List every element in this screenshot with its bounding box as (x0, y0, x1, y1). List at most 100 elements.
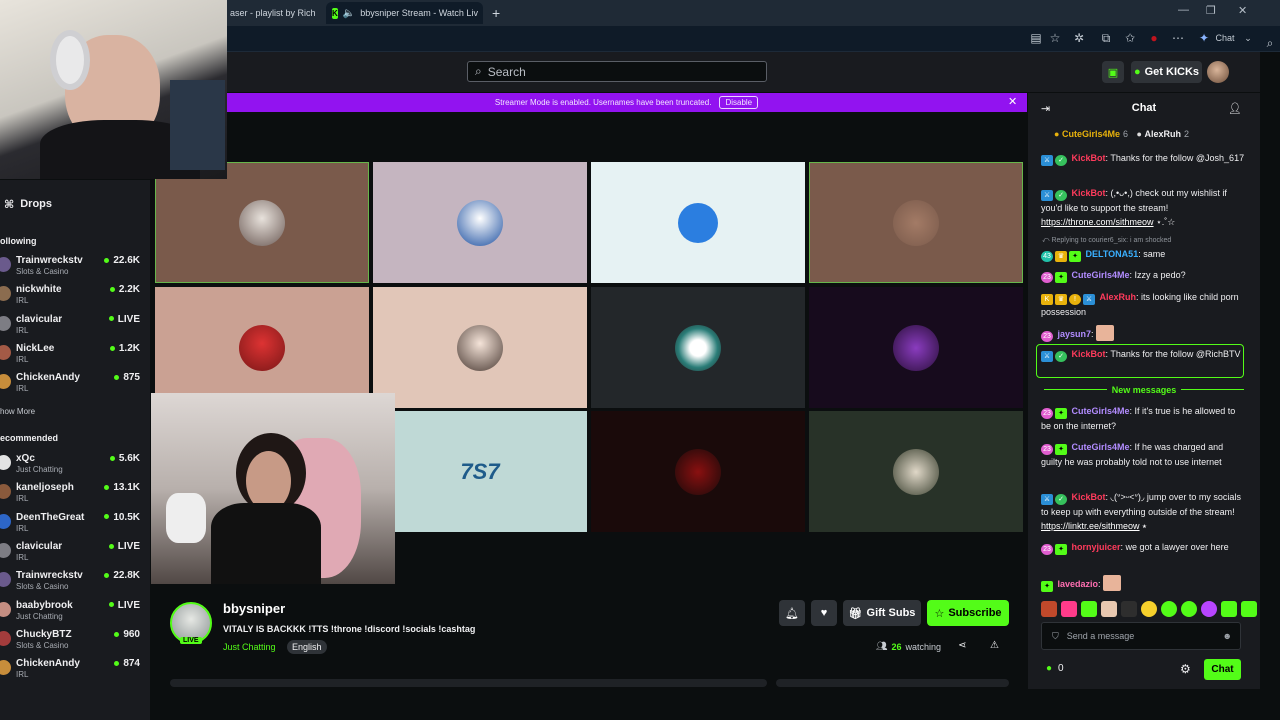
viewer-count: 2.2K (109, 284, 140, 295)
sidebar-channel[interactable]: NickLee IRL 1.2K (0, 343, 144, 372)
bell-icon: 🔔︎ (785, 607, 799, 620)
follow-button[interactable]: ♥ (811, 600, 837, 626)
copilot-icon[interactable]: ✦ (1196, 31, 1212, 45)
more-icon[interactable]: ⋯ (1170, 31, 1186, 45)
chat-message-input[interactable]: ⛉ Send a message ☻ (1041, 622, 1241, 650)
language-tag[interactable]: English (287, 640, 327, 654)
grid-tile (591, 162, 805, 283)
users-icon[interactable]: 👤︎ (1228, 102, 1242, 115)
channel-name: ChuckyBTZ (16, 628, 72, 640)
gift-coin-icon: ● (1136, 129, 1142, 139)
new-tab-button[interactable]: + (486, 2, 506, 24)
sidebar-channel[interactable]: Trainwreckstv Slots & Casino 22.8K (0, 570, 144, 599)
og-badge-icon: 43 (1041, 251, 1053, 262)
channel-category: IRL (16, 494, 29, 504)
sidebar-channel[interactable]: baabybrook Just Chatting LIVE (0, 600, 144, 629)
verified-badge-icon: ✓ (1055, 190, 1067, 201)
following-heading: ollowing (0, 236, 37, 246)
chat-link[interactable]: https://throne.com/sithmeow (1041, 217, 1154, 227)
emote-icon[interactable] (1121, 601, 1137, 617)
drops-link[interactable]: ⌘ Drops (4, 198, 52, 211)
chat-message: 23 ✦ hornyjuicer: we got a lawyer over he… (1041, 540, 1246, 555)
emote-icon[interactable] (1201, 601, 1217, 617)
notification-bell-button[interactable]: 🔔︎ (779, 600, 805, 626)
live-dot-icon (114, 660, 120, 666)
emote-icon[interactable] (1061, 601, 1077, 617)
emote-icon[interactable] (1081, 601, 1097, 617)
chat-message: ⚔ ✓ KickBot: Thanks for the follow @RichB… (1041, 347, 1246, 362)
share-icon[interactable]: ⋖ (958, 640, 966, 651)
favorites-icon[interactable]: ✩ (1122, 31, 1138, 45)
chat-message: ⚔ ✓ KickBot: ◟(ᐡ˃ᵕ˂ᐡ)◞ jump over to my so… (1041, 492, 1241, 531)
sidebar-channel[interactable]: kaneljoseph IRL 13.1K (0, 482, 144, 511)
sidebar-channel[interactable]: ChickenAndy IRL 874 (0, 658, 144, 687)
search-icon[interactable]: ⌕ (1262, 36, 1278, 51)
disable-streamer-mode-button[interactable]: Disable (719, 96, 759, 109)
close-window-icon[interactable]: ✕ (1238, 4, 1247, 17)
profile-icon[interactable]: ● (1146, 31, 1162, 45)
user-avatar[interactable] (1207, 61, 1229, 83)
grid-tile (155, 162, 369, 283)
minimize-icon[interactable]: — (1178, 4, 1189, 16)
gift-badge-icon: ✦ (1055, 444, 1067, 455)
chat-link[interactable]: https://linktr.ee/sithmeow (1041, 521, 1140, 531)
emote-icon[interactable] (1241, 601, 1257, 617)
emote-icon[interactable] (1221, 601, 1237, 617)
gift-badge-icon: ✦ (1055, 272, 1067, 283)
favorite-star-icon[interactable]: ☆ (1047, 31, 1063, 45)
channel-avatar (0, 630, 11, 646)
browser-tab-stream[interactable]: K 🔈 bbysniper Stream - Watch Liv ✕ (326, 2, 483, 24)
gifter-item[interactable]: ● CuteGirls4Me 6 (1054, 129, 1128, 139)
search-input[interactable]: ⌕ Search (467, 61, 767, 82)
channel-name: NickLee (16, 342, 55, 354)
reader-icon[interactable]: ▤ (1028, 31, 1044, 45)
search-icon: ⌕ (475, 64, 482, 78)
gift-badge-icon: ✦ (1055, 408, 1067, 419)
browser-tab-playlist[interactable]: aser - playlist by Rich ✕ (224, 2, 328, 24)
sidebar-channel[interactable]: DeenTheGreat IRL 10.5K (0, 512, 144, 541)
show-more-link[interactable]: how More (0, 407, 35, 416)
stream-category-link[interactable]: Just Chatting (223, 642, 276, 652)
channel-category: IRL (16, 670, 29, 680)
get-kicks-button[interactable]: ● Get KICKs (1131, 61, 1202, 83)
emote-icon[interactable] (1181, 601, 1197, 617)
gifter-item[interactable]: ● AlexRuh 2 (1137, 129, 1189, 139)
streamer-name[interactable]: bbysniper (223, 601, 285, 616)
subscribe-button[interactable]: ☆ Subscribe (927, 600, 1009, 626)
sidebar-channel[interactable]: nickwhite IRL 2.2K (0, 284, 144, 313)
send-chat-button[interactable]: Chat (1204, 659, 1241, 680)
kicks-balance[interactable]: ● 0 (1046, 663, 1064, 674)
chat-message: 23 ✦ CuteGirls4Me: If he was charged and … (1041, 442, 1224, 467)
emote-bar (1041, 601, 1263, 617)
extensions-icon[interactable]: ✲ (1071, 31, 1087, 45)
sidebar-channel[interactable]: ChuckyBTZ Slots & Casino 960 (0, 629, 144, 658)
viewer-count: 875 (114, 372, 140, 383)
report-icon[interactable]: ⚠ (990, 640, 999, 651)
emote-icon[interactable] (1041, 601, 1057, 617)
sidebar-channel[interactable]: clavicular IRL LIVE (0, 541, 144, 570)
gear-icon[interactable]: ⚙ (1180, 662, 1191, 676)
emote-icon[interactable] (1141, 601, 1157, 617)
emoji-icon[interactable]: ☻ (1223, 631, 1232, 641)
copilot-chat-label[interactable]: Chat (1211, 33, 1239, 43)
sidebar-channel[interactable]: Trainwreckstv Slots & Casino 22.6K (0, 255, 144, 284)
kick-rewards-button[interactable]: ▣ (1102, 61, 1124, 83)
sidebar-channel[interactable]: xQc Just Chatting 5.6K (0, 453, 144, 482)
split-screen-icon[interactable]: ⧉ (1098, 31, 1114, 46)
bot-badge-icon: ⚔ (1041, 494, 1053, 505)
emote-icon[interactable] (1101, 601, 1117, 617)
drops-icon: ⌘ (4, 199, 15, 211)
chevron-down-icon[interactable]: ⌄ (1240, 33, 1256, 44)
emote-icon[interactable] (1161, 601, 1177, 617)
subscriber-badge-icon: 23 (1041, 408, 1053, 419)
bot-badge-icon: ⚔ (1041, 351, 1053, 362)
close-icon[interactable]: ✕ (1008, 95, 1017, 108)
gift-badge-icon: ✦ (1041, 581, 1053, 592)
sidebar-channel[interactable]: ChickenAndy IRL 875 (0, 372, 144, 401)
gift-subs-button[interactable]: 🎁︎ Gift Subs (843, 600, 921, 626)
sidebar-channel[interactable]: clavicular IRL LIVE (0, 314, 144, 343)
new-messages-divider: New messages (1044, 383, 1245, 396)
channel-name: Trainwreckstv (16, 255, 83, 266)
maximize-icon[interactable]: ❐ (1206, 4, 1216, 17)
verified-badge-icon: ✓ (1055, 351, 1067, 362)
